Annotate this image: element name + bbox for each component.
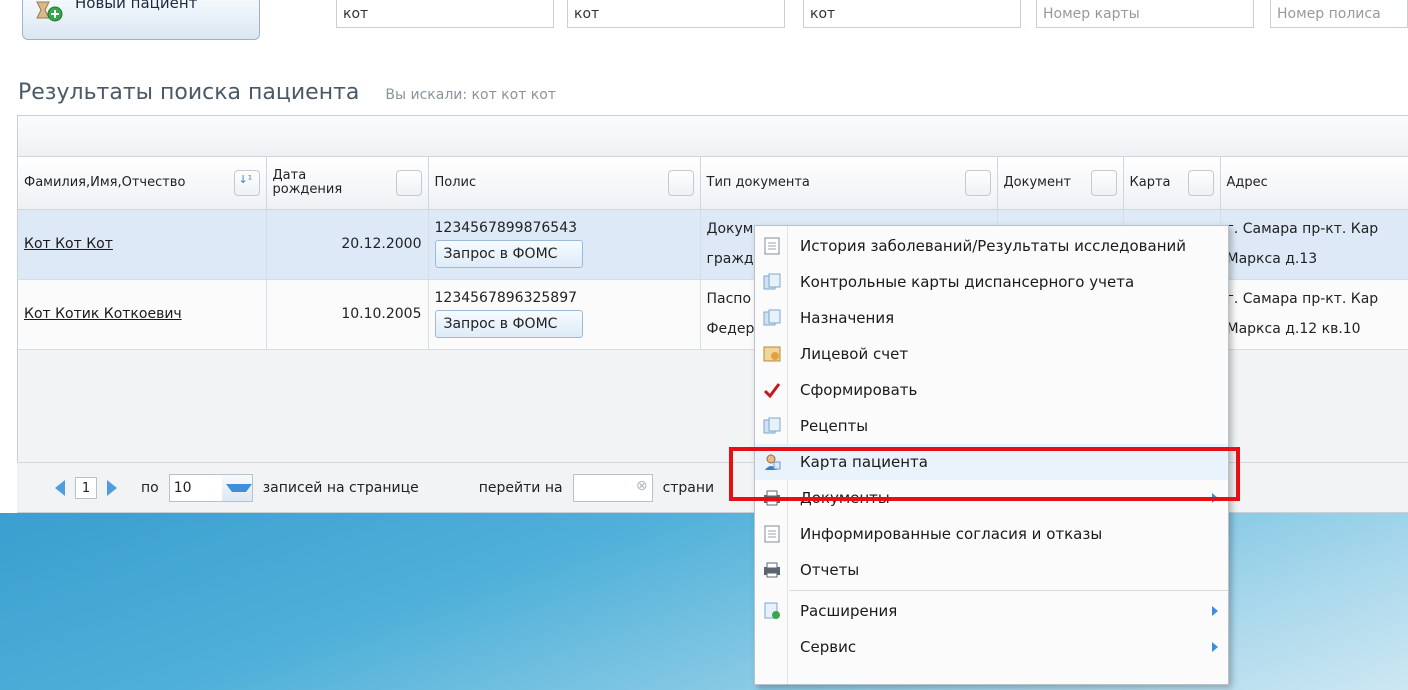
column-menu-button[interactable]: [1187, 169, 1214, 196]
card-number-input[interactable]: [1036, 0, 1254, 28]
search-toolbar: Новый пациент: [0, 0, 1408, 50]
per-page-suffix: записей на странице: [262, 479, 419, 496]
per-page-select[interactable]: 10: [168, 473, 253, 502]
column-header-address[interactable]: Адрес: [1220, 157, 1408, 210]
address-text: Маркса д.12 кв.10: [1226, 321, 1361, 337]
menu-item-generate[interactable]: Сформировать: [755, 372, 1228, 408]
column-menu-button[interactable]: [1090, 169, 1117, 196]
context-menu: История заболеваний/Результаты исследова…: [754, 225, 1229, 685]
birth-date-cell: 20.12.2000: [266, 209, 429, 280]
goto-page-input[interactable]: [572, 473, 653, 502]
per-page-value: 10: [173, 479, 192, 496]
menu-item-account[interactable]: Лицевой счет: [755, 336, 1228, 372]
column-menu-button[interactable]: [667, 169, 694, 196]
foms-request-button[interactable]: Запрос в ФОМС: [434, 310, 583, 338]
submenu-arrow-icon: [1212, 493, 1218, 503]
account-icon: [763, 345, 781, 363]
column-header-fio[interactable]: Фамилия,Имя,Отчество: [18, 157, 267, 210]
prescriptions-icon: [763, 309, 781, 327]
next-page-icon[interactable]: [107, 479, 117, 496]
prev-page-icon[interactable]: [55, 479, 65, 496]
page-title: Результаты поиска пациента: [18, 80, 360, 105]
column-menu-button[interactable]: [395, 169, 422, 196]
menu-item-patient-card[interactable]: Карта пациента: [755, 444, 1228, 480]
control-cards-icon: [763, 273, 781, 291]
new-patient-label: Новый пациент: [75, 0, 198, 12]
menu-item-prescriptions[interactable]: Назначения: [755, 300, 1228, 336]
patient-name-link[interactable]: Кот Кот Кот: [24, 236, 113, 252]
page-suffix: страни: [662, 479, 715, 496]
goto-label: перейти на: [478, 479, 563, 496]
menu-item-history[interactable]: История заболеваний/Результаты исследова…: [755, 228, 1228, 264]
address-text: Маркса д.13: [1226, 251, 1318, 267]
results-header: Результаты поиска пациента Вы искали: ко…: [18, 80, 556, 105]
menu-item-documents[interactable]: Документы: [755, 480, 1228, 516]
menu-item-control-cards[interactable]: Контрольные карты диспансерного учета: [755, 264, 1228, 300]
consent-icon: [763, 525, 781, 543]
column-header-card[interactable]: Карта: [1123, 157, 1221, 210]
patient-name-link[interactable]: Кот Котик Коткоевич: [24, 306, 182, 322]
policy-number: 1234567899876543: [434, 220, 578, 236]
policy-number: 1234567896325897: [434, 290, 578, 306]
column-header-doc-type[interactable]: Тип документа: [700, 157, 998, 210]
address-text: г. Самара пр-кт. Кар: [1226, 291, 1379, 307]
address-text: г. Самара пр-кт. Кар: [1226, 221, 1379, 237]
grid-toolbar: [18, 116, 1408, 157]
policy-number-input[interactable]: [1270, 0, 1408, 28]
recipes-icon: [763, 417, 781, 435]
per-page-prefix: по: [141, 479, 159, 496]
birth-date-cell: 10.10.2005: [266, 279, 429, 350]
foms-request-button[interactable]: Запрос в ФОМС: [434, 240, 583, 268]
menu-item-consents[interactable]: Информированные согласия и отказы: [755, 516, 1228, 552]
new-patient-icon: [33, 0, 67, 26]
extensions-icon: [763, 602, 781, 620]
last-name-input[interactable]: [336, 0, 554, 28]
submenu-arrow-icon: [1212, 606, 1218, 616]
chevron-down-icon[interactable]: [221, 474, 252, 501]
submenu-arrow-icon: [1212, 642, 1218, 652]
column-header-document[interactable]: Документ: [997, 157, 1124, 210]
history-icon: [763, 237, 781, 255]
menu-item-extensions[interactable]: Расширения: [755, 593, 1228, 629]
search-query-text: Вы искали: кот кот кот: [385, 87, 556, 103]
new-patient-button[interactable]: Новый пациент: [22, 0, 260, 40]
column-header-birth-date[interactable]: Дата рождения: [266, 157, 429, 210]
menu-item-recipes[interactable]: Рецепты: [755, 408, 1228, 444]
menu-item-service[interactable]: Сервис: [755, 629, 1228, 665]
first-name-input[interactable]: [567, 0, 785, 28]
printer-icon: [763, 489, 781, 507]
menu-item-reports[interactable]: Отчеты: [755, 552, 1228, 588]
printer-icon: [763, 561, 781, 579]
checkmark-icon: [763, 381, 781, 399]
middle-name-input[interactable]: [803, 0, 1021, 28]
sort-icon[interactable]: [233, 169, 260, 196]
current-page-box[interactable]: 1: [75, 476, 97, 499]
menu-separator: [789, 590, 1228, 591]
column-menu-button[interactable]: [964, 169, 991, 196]
column-header-policy[interactable]: Полис: [428, 157, 701, 210]
patient-card-icon: [763, 453, 781, 471]
